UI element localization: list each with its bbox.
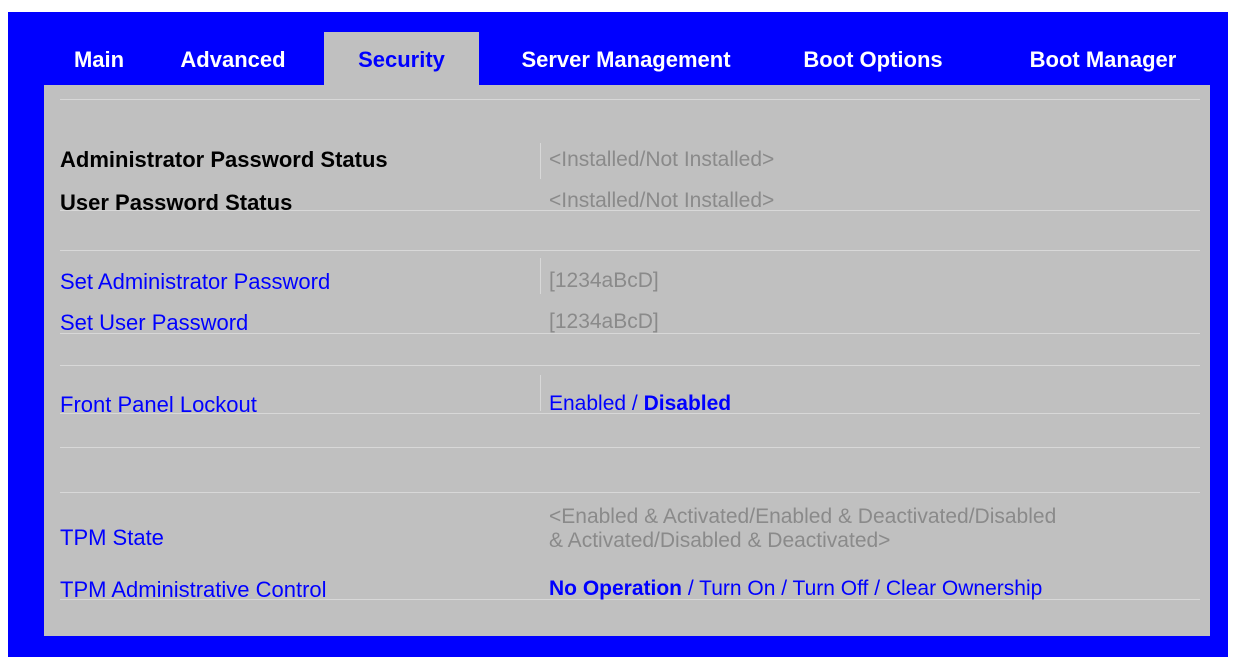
row-divider	[60, 492, 1200, 493]
column-divider	[540, 258, 541, 294]
tpm-admin-control-label[interactable]: TPM Administrative Control	[60, 577, 327, 603]
option-separator: /	[775, 577, 793, 600]
front-panel-lockout-option-enabled[interactable]: Enabled	[549, 392, 626, 415]
user-password-status-label: User Password Status	[60, 190, 293, 215]
column-divider	[540, 375, 541, 411]
tpm-option-turn-on[interactable]: Turn On	[699, 577, 775, 600]
bios-frame: Main Advanced Security Server Management…	[8, 12, 1228, 657]
row-divider	[60, 99, 1200, 100]
front-panel-lockout-label[interactable]: Front Panel Lockout	[60, 392, 257, 418]
tab-advanced[interactable]: Advanced	[158, 32, 308, 85]
front-panel-lockout-option-disabled[interactable]: Disabled	[644, 392, 732, 415]
option-separator: /	[682, 577, 700, 600]
set-admin-password-field[interactable]: [1234aBcD]	[549, 269, 659, 293]
tpm-state-label: TPM State	[60, 525, 164, 550]
tab-boot-manager[interactable]: Boot Manager	[1003, 32, 1203, 85]
tab-server-management[interactable]: Server Management	[494, 32, 758, 85]
tpm-admin-control-options[interactable]: No Operation / Turn On / Turn Off / Clea…	[549, 577, 1042, 601]
tpm-state-value: <Enabled & Activated/Enabled & Deactivat…	[549, 505, 1056, 553]
tpm-option-turn-off[interactable]: Turn Off	[793, 577, 869, 600]
row-divider	[60, 250, 1200, 251]
set-admin-password-label[interactable]: Set Administrator Password	[60, 269, 330, 295]
tpm-state-value-line2: & Activated/Disabled & Deactivated>	[549, 529, 891, 552]
security-panel: Administrator Password Status <Installed…	[44, 85, 1210, 636]
option-separator: /	[868, 577, 886, 600]
admin-password-status-label: Administrator Password Status	[60, 147, 388, 172]
tab-bar: Main Advanced Security Server Management…	[8, 32, 1228, 85]
tab-main[interactable]: Main	[56, 32, 142, 85]
column-divider	[540, 143, 541, 179]
tpm-option-no-operation[interactable]: No Operation	[549, 577, 682, 600]
tpm-state-value-line1: <Enabled & Activated/Enabled & Deactivat…	[549, 505, 1057, 528]
set-user-password-label[interactable]: Set User Password	[60, 310, 248, 336]
tab-boot-options[interactable]: Boot Options	[778, 32, 968, 85]
option-separator: /	[626, 392, 644, 415]
row-divider	[60, 365, 1200, 366]
set-user-password-field[interactable]: [1234aBcD]	[549, 310, 659, 334]
admin-password-status-value: <Installed/Not Installed>	[549, 148, 775, 171]
tpm-option-clear-ownership[interactable]: Clear Ownership	[886, 577, 1042, 600]
front-panel-lockout-options[interactable]: Enabled / Disabled	[549, 392, 731, 416]
tab-security[interactable]: Security	[324, 32, 479, 85]
row-divider	[60, 447, 1200, 448]
user-password-status-value: <Installed/Not Installed>	[549, 189, 775, 212]
